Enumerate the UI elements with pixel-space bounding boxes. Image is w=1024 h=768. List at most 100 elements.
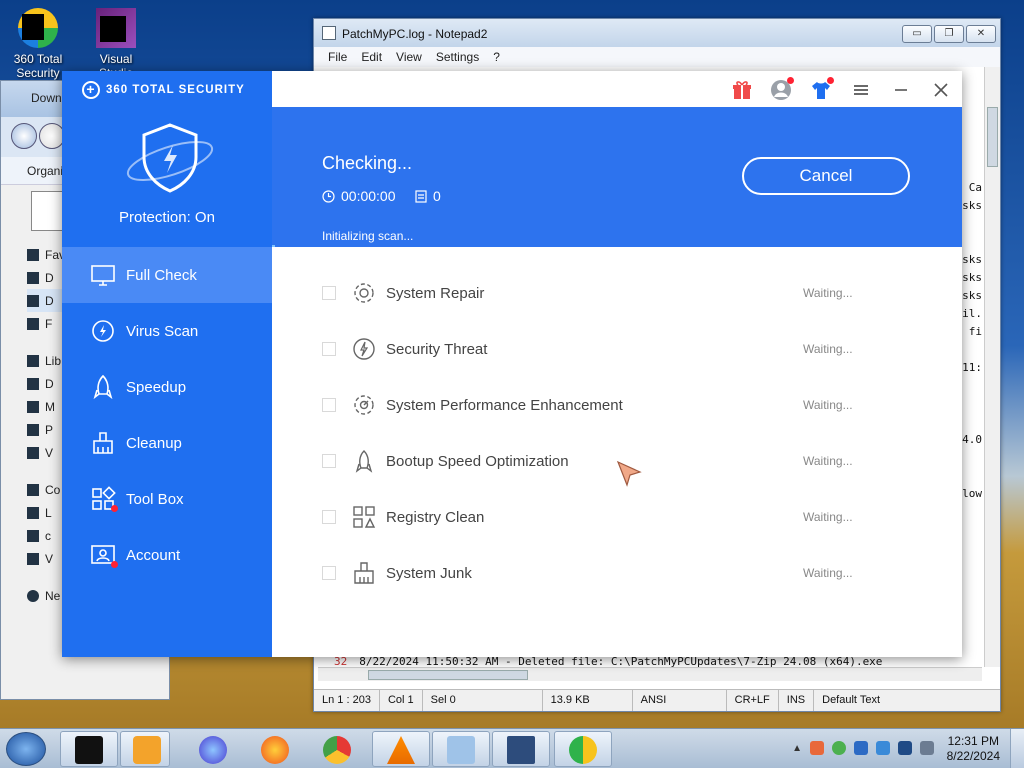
notification-dot: [111, 561, 118, 568]
brand: + 360 TOTAL SECURITY: [82, 81, 245, 99]
drive-icon: [27, 506, 39, 519]
account-icon: [90, 542, 118, 568]
tray-flag-icon[interactable]: [876, 741, 890, 755]
protection-status: Protection: On: [119, 209, 215, 226]
tray-app-icon[interactable]: [854, 741, 868, 755]
item-status: Waiting...: [803, 566, 853, 580]
back-button[interactable]: [11, 123, 37, 149]
sidebar-item-account[interactable]: Account: [62, 527, 272, 583]
brand-name: 360 TOTAL SECURITY: [106, 84, 245, 96]
sidebar-item-full-check[interactable]: Full Check: [62, 247, 272, 303]
sidebar-item-cleanup[interactable]: Cleanup: [62, 415, 272, 471]
item-status: Waiting...: [803, 398, 853, 412]
taskbar-app-black[interactable]: [60, 731, 118, 767]
show-desktop-button[interactable]: [1010, 729, 1024, 768]
menu-edit[interactable]: Edit: [361, 50, 382, 67]
item-checkbox[interactable]: [322, 342, 336, 356]
library-icon: [27, 354, 39, 367]
360-plus-icon: +: [82, 81, 100, 99]
document-icon: [415, 189, 427, 203]
network-icon: [27, 589, 39, 602]
notification-dot: [787, 77, 794, 84]
sidebar-item-tool-box[interactable]: Tool Box: [62, 471, 272, 527]
item-checkbox[interactable]: [322, 286, 336, 300]
start-button[interactable]: [6, 732, 46, 766]
taskbar-app-360[interactable]: [554, 731, 612, 767]
drive-icon: [27, 529, 39, 542]
item-checkbox[interactable]: [322, 510, 336, 524]
folder-icon: [27, 377, 39, 390]
sidebar-item-label: Tool Box: [126, 490, 184, 508]
sidebar: + 360 TOTAL SECURITY Protection: On Full…: [62, 71, 272, 657]
maximize-button[interactable]: ❐: [934, 25, 964, 43]
bolt-circle-icon: [352, 337, 376, 361]
sidebar-item-speedup[interactable]: Speedup: [62, 359, 272, 415]
app-icon: [75, 736, 103, 764]
item-label: Bootup Speed Optimization: [386, 452, 569, 470]
scan-item-registry: Registry Clean Waiting...: [272, 489, 962, 545]
menu-settings[interactable]: Settings: [436, 50, 479, 67]
status-col: Col 1: [380, 690, 423, 711]
minimize-button[interactable]: ▭: [902, 25, 932, 43]
item-checkbox[interactable]: [322, 454, 336, 468]
media-player-icon: [133, 736, 161, 764]
item-checkbox[interactable]: [322, 398, 336, 412]
tray-volume-icon[interactable]: [920, 741, 934, 755]
close-button[interactable]: ✕: [966, 25, 996, 43]
desktop-icon-360[interactable]: 360 Total Security: [6, 8, 70, 80]
notepad-title: PatchMyPC.log - Notepad2: [342, 27, 488, 41]
sidebar-item-label: Cleanup: [126, 434, 182, 452]
status-size: 13.9 KB: [543, 690, 633, 711]
tray-360-icon[interactable]: [832, 741, 846, 755]
taskbar-app-chrome[interactable]: [308, 731, 360, 767]
scan-title: Checking...: [322, 153, 413, 173]
sidebar-item-label: Full Check: [126, 266, 197, 284]
skin-shirt-icon[interactable]: [810, 77, 834, 101]
user-avatar-icon[interactable]: [770, 77, 794, 101]
desktop-icon-visual-studio[interactable]: Visual Studio: [84, 8, 148, 80]
virus-scan-icon: [90, 318, 116, 344]
tray-network-icon[interactable]: [898, 741, 912, 755]
360-plus-icon: [569, 736, 597, 764]
folder-icon: [27, 446, 39, 459]
horizontal-scrollbar[interactable]: [318, 667, 982, 681]
notification-dot: [827, 77, 834, 84]
broom-icon: [90, 430, 116, 456]
status-line: Ln 1 : 203: [314, 690, 380, 711]
folder-icon: [27, 294, 39, 307]
menu-hamburger-icon[interactable]: [850, 79, 872, 101]
folder-icon: [27, 317, 39, 330]
taskbar-app-firefox-dev[interactable]: [184, 731, 236, 767]
taskbar-app-computer[interactable]: [492, 731, 550, 767]
status-scheme: Default Text: [822, 694, 881, 706]
taskbar-app-media[interactable]: [120, 731, 170, 767]
item-label: System Repair: [386, 284, 485, 302]
progress-fill: [272, 245, 276, 247]
sidebar-item-virus-scan[interactable]: Virus Scan: [62, 303, 272, 359]
360-total-security-window[interactable]: + 360 TOTAL SECURITY Protection: On Full…: [62, 71, 962, 657]
vertical-scrollbar[interactable]: [984, 67, 1000, 667]
taskbar-clock[interactable]: 12:31 PM 8/22/2024: [947, 734, 1000, 764]
tray-media-icon[interactable]: [810, 741, 824, 755]
menu-view[interactable]: View: [396, 50, 422, 67]
menu-help[interactable]: ?: [493, 50, 500, 67]
close-icon[interactable]: [930, 79, 952, 101]
drive-icon: [27, 552, 39, 565]
taskbar-app-firefox[interactable]: [246, 731, 298, 767]
tray-expand-icon[interactable]: ▲: [792, 743, 802, 754]
gift-icon[interactable]: [731, 79, 753, 101]
taskbar-app-notepad[interactable]: [432, 731, 490, 767]
taskbar-app-vlc[interactable]: [372, 731, 430, 767]
rocket-icon: [90, 374, 116, 400]
scroll-thumb[interactable]: [368, 670, 528, 680]
scan-item-security-threat: Security Threat Waiting...: [272, 321, 962, 377]
notepad-menubar: File Edit View Settings ?: [314, 47, 1000, 67]
vlc-icon: [387, 736, 415, 764]
item-checkbox[interactable]: [322, 566, 336, 580]
scroll-thumb[interactable]: [987, 107, 998, 167]
toolbox-icon: [90, 486, 118, 512]
cancel-button[interactable]: Cancel: [742, 157, 910, 195]
scan-item-system-repair: System Repair Waiting...: [272, 265, 962, 321]
menu-file[interactable]: File: [328, 50, 347, 67]
minimize-icon[interactable]: [890, 79, 912, 101]
